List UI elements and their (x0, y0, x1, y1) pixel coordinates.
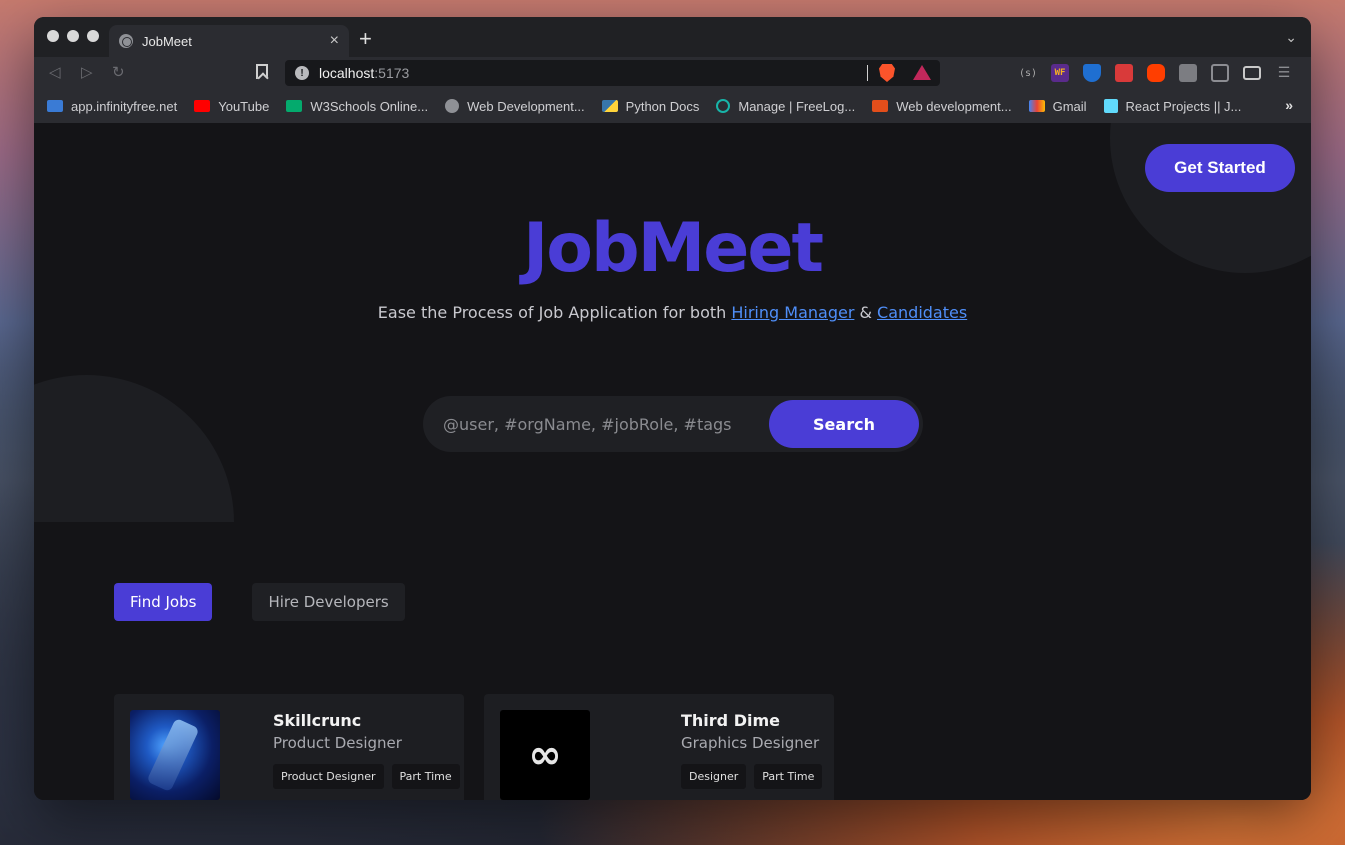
puzzle-icon[interactable] (1179, 64, 1197, 82)
brave-rewards-icon[interactable] (913, 65, 931, 80)
bookmark-label: app.infinityfree.net (71, 98, 178, 114)
sidebar-panel-icon[interactable] (1211, 64, 1229, 82)
bookmark-freelogo[interactable]: Manage | FreeLog... (716, 99, 855, 114)
tab-hire-developers[interactable]: Hire Developers (252, 583, 405, 621)
company-logo: ∞ (500, 710, 590, 800)
tab-strip: JobMeet × + ⌄ (34, 17, 1311, 57)
maximize-window-button[interactable] (87, 30, 99, 42)
job-tag: Part Time (754, 764, 823, 789)
search-bar: Search (423, 396, 923, 452)
company-logo (130, 710, 220, 800)
decorative-mask (34, 522, 254, 722)
hiring-manager-link[interactable]: Hiring Manager (731, 303, 854, 322)
job-info: Skillcrunc Product Designer Product Desi… (273, 711, 460, 789)
bookmark-label: Python Docs (625, 98, 700, 114)
job-tags: Product Designer Part Time (273, 764, 460, 789)
bookmark-label: YouTube (218, 98, 270, 114)
bookmark-python-docs[interactable]: Python Docs (601, 98, 700, 114)
bookmark-infinityfree[interactable]: app.infinityfree.net (47, 99, 177, 114)
python-icon (601, 100, 618, 112)
youtube-icon (194, 100, 211, 112)
brand-title: JobMeet (522, 209, 824, 288)
tagline: Ease the Process of Job Application for … (34, 303, 1311, 322)
globe-icon (445, 99, 460, 113)
svelte-extension-icon[interactable] (1147, 64, 1165, 82)
browser-tab[interactable]: JobMeet × (109, 25, 349, 57)
bookmark-label: Gmail (1052, 98, 1087, 114)
tagline-text: Ease the Process of Job Application for … (377, 303, 732, 322)
candidates-link[interactable]: Candidates (877, 303, 967, 322)
company-name: Skillcrunc (273, 711, 362, 730)
react-icon (1103, 99, 1118, 113)
bookmark-youtube[interactable]: YouTube (194, 99, 269, 114)
url-divider (867, 65, 868, 81)
bookmark-label: Web Development... (467, 98, 585, 114)
browser-window: JobMeet × + ⌄ ◁ ▷ ↻ ! localhost:5173 (s)… (34, 17, 1311, 800)
bookmark-label: Web development... (896, 98, 1012, 114)
page-content: Get Started JobMeet Ease the Process of … (34, 123, 1311, 800)
back-button[interactable]: ◁ (49, 63, 61, 81)
bookmark-web-development-1[interactable]: Web Development... (445, 99, 585, 114)
url-port: :5173 (374, 65, 410, 81)
close-tab-icon[interactable]: × (330, 32, 339, 50)
bookmark-react-projects[interactable]: React Projects || J... (1103, 98, 1242, 114)
window-controls (47, 30, 99, 42)
get-started-button[interactable]: Get Started (1145, 144, 1295, 192)
bookmark-label: Manage | FreeLog... (738, 98, 856, 114)
w3schools-icon (286, 100, 303, 112)
address-bar[interactable]: ! localhost:5173 (285, 60, 940, 86)
infinity-icon (47, 100, 63, 112)
bookmark-web-development-2[interactable]: Web development... (872, 98, 1012, 114)
close-window-button[interactable] (47, 30, 59, 42)
job-role: Graphics Designer (681, 734, 820, 752)
bookmark-w3schools[interactable]: W3Schools Online... (286, 99, 428, 114)
job-role: Product Designer (273, 734, 402, 752)
job-info: Third Dime Graphics Designer Designer Pa… (681, 711, 823, 789)
bookmark-label: W3Schools Online... (310, 98, 429, 114)
bookmark-icon[interactable] (256, 64, 268, 79)
tab-find-jobs[interactable]: Find Jobs (114, 583, 213, 621)
wallet-icon[interactable] (1243, 66, 1261, 80)
globe-icon (119, 34, 133, 48)
job-tag: Product Designer (273, 764, 384, 789)
tagline-amp: & (854, 303, 878, 322)
third-dime-logo-icon: ∞ (528, 732, 562, 778)
extension-wf-icon[interactable]: WF (1051, 64, 1069, 82)
bookmarks-bar: app.infinityfree.net YouTube W3Schools O… (34, 89, 1311, 123)
reload-button[interactable]: ↻ (112, 63, 125, 81)
job-card[interactable]: Skillcrunc Product Designer Product Desi… (114, 694, 464, 800)
search-button[interactable]: Search (769, 400, 919, 448)
flo-icon (716, 99, 731, 113)
job-cards: Skillcrunc Product Designer Product Desi… (114, 694, 834, 800)
extensions-area: (s) WF ☰ (1019, 64, 1293, 82)
extension-s-icon[interactable]: (s) (1019, 64, 1037, 82)
info-icon[interactable]: ! (295, 66, 309, 80)
chevron-down-icon[interactable]: ⌄ (1285, 30, 1297, 46)
job-tag: Designer (681, 764, 747, 789)
gmail-icon (1028, 100, 1045, 112)
menu-icon[interactable]: ☰ (1275, 64, 1293, 82)
job-tags: Designer Part Time (681, 764, 823, 789)
tab-title: JobMeet (142, 33, 192, 49)
red-extension-icon[interactable] (1115, 64, 1133, 82)
bookmark-gmail[interactable]: Gmail (1028, 98, 1087, 114)
job-tag: Part Time (391, 764, 460, 789)
minimize-window-button[interactable] (67, 30, 79, 42)
browser-toolbar: ◁ ▷ ↻ ! localhost:5173 (s) WF ☰ (34, 57, 1311, 89)
more-bookmarks-icon[interactable]: » (1285, 97, 1293, 113)
search-input[interactable] (423, 396, 769, 452)
shield-extension-icon[interactable] (1083, 64, 1101, 82)
url-host: localhost (319, 65, 375, 81)
mdn-icon (872, 100, 889, 112)
brave-shields-icon[interactable] (879, 64, 895, 82)
company-name: Third Dime (681, 711, 780, 730)
forward-button[interactable]: ▷ (81, 63, 93, 81)
mode-tabs: Find Jobs Hire Developers (114, 583, 405, 621)
bookmark-label: React Projects || J... (1125, 98, 1242, 114)
new-tab-button[interactable]: + (359, 27, 372, 51)
job-card[interactable]: ∞ Third Dime Graphics Designer Designer … (484, 694, 834, 800)
